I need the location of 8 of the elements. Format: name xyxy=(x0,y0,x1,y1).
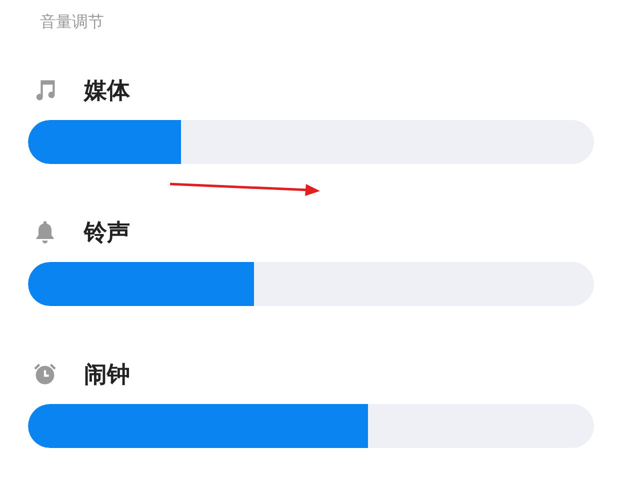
volume-slider[interactable] xyxy=(28,262,594,306)
alarm-clock-icon xyxy=(32,361,58,387)
volume-label: 铃声 xyxy=(84,218,130,248)
volume-slider[interactable] xyxy=(28,120,594,164)
volume-slider[interactable] xyxy=(28,404,594,448)
volume-label: 闹钟 xyxy=(84,360,130,390)
volume-label: 媒体 xyxy=(84,76,130,106)
section-title: 音量调节 xyxy=(40,11,105,33)
